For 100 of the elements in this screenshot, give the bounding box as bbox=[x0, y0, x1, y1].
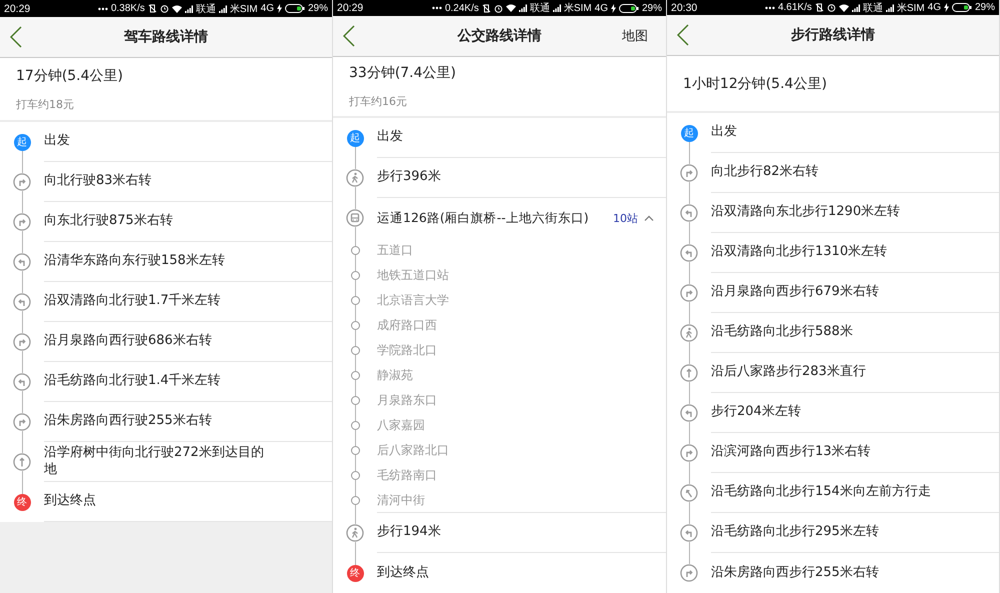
wifi-icon bbox=[172, 4, 182, 12]
stop-dot-icon bbox=[350, 396, 360, 405]
walking-person-icon bbox=[346, 169, 364, 187]
taxi-fare: 打车约16元 bbox=[349, 94, 408, 110]
step-text: 沿双清路向东北步行1290米左转 bbox=[711, 204, 900, 221]
stop-dot-icon bbox=[350, 421, 360, 430]
step-text: 沿月泉路向西步行679米右转 bbox=[711, 284, 879, 301]
network-speed: 0.24K/s bbox=[444, 2, 479, 14]
step-text: 沿后八家路步行283米直行 bbox=[711, 364, 866, 381]
more-dots-icon bbox=[98, 6, 108, 10]
stop-count-toggle[interactable]: 10站 bbox=[609, 208, 658, 228]
left-turn-icon bbox=[680, 524, 698, 542]
battery-icon bbox=[952, 3, 972, 12]
stop-name: 清河中街 bbox=[377, 492, 425, 508]
step-text: 出发 bbox=[44, 133, 70, 150]
start-marker: 起 bbox=[14, 134, 30, 150]
stop-name: 后八家路北口 bbox=[377, 443, 449, 458]
stop-dot-icon bbox=[350, 446, 360, 455]
step-text: 步行396米 bbox=[377, 169, 441, 186]
charging-icon bbox=[944, 3, 949, 12]
charging-icon bbox=[610, 4, 616, 13]
status-time: 20:29 bbox=[4, 2, 32, 14]
signal-icon bbox=[518, 4, 527, 12]
signal-icon bbox=[886, 4, 894, 12]
stop-name: 静淑苑 bbox=[377, 368, 413, 383]
left-turn-icon bbox=[13, 253, 31, 271]
status-time: 20:30 bbox=[671, 2, 698, 14]
left-turn-icon bbox=[13, 373, 31, 391]
more-dots-icon bbox=[764, 6, 775, 10]
walking-person-icon bbox=[680, 324, 698, 342]
wifi-icon bbox=[506, 4, 516, 12]
walking-person-icon bbox=[346, 524, 364, 542]
left-turn-icon bbox=[680, 404, 698, 422]
page-title: 公交路线详情 bbox=[458, 27, 542, 46]
left-turn-icon bbox=[680, 244, 698, 262]
step-text: 沿月泉路向西行驶686米右转 bbox=[44, 333, 212, 350]
start-marker: 起 bbox=[680, 124, 698, 142]
right-turn-icon bbox=[680, 164, 698, 182]
right-turn-icon bbox=[13, 413, 31, 431]
end-marker: 终 bbox=[346, 564, 364, 582]
step-text: 向北步行82米右转 bbox=[711, 164, 819, 181]
step-text: 沿毛纺路向北步行154米向左前方行走 bbox=[711, 484, 931, 501]
signal-icon bbox=[184, 4, 193, 12]
back-icon bbox=[677, 24, 689, 46]
stop-dot-icon bbox=[350, 471, 360, 480]
step-text: 沿滨河路向西步行13米右转 bbox=[711, 444, 871, 461]
back-icon bbox=[343, 25, 355, 48]
stop-dot-icon bbox=[350, 246, 360, 255]
network-speed: 0.38K/s bbox=[110, 3, 145, 14]
step-text: 沿学府树中街向北行驶272米到达目的地 bbox=[44, 445, 265, 478]
step-text: 沿双清路向北步行1310米左转 bbox=[711, 244, 888, 261]
status-time: 20:29 bbox=[337, 2, 364, 14]
battery-icon bbox=[618, 4, 639, 13]
step-text: 沿朱房路向西步行255米右转 bbox=[711, 564, 879, 582]
step-text: 沿毛纺路向北行驶1.4千米左转 bbox=[44, 373, 221, 390]
vibrate-icon bbox=[814, 3, 824, 12]
stop-dot-icon bbox=[350, 371, 360, 380]
left-turn-icon bbox=[680, 204, 698, 222]
page-title: 驾车路线详情 bbox=[124, 28, 208, 46]
wifi-icon bbox=[838, 4, 849, 12]
route-duration: 17分钟(5.4公里) bbox=[16, 66, 124, 84]
right-turn-icon bbox=[13, 213, 31, 231]
stop-name: 毛纺路南口 bbox=[377, 468, 437, 483]
right-turn-icon bbox=[680, 564, 698, 582]
right-turn-icon bbox=[13, 333, 31, 351]
map-button[interactable]: 地图 bbox=[622, 23, 648, 50]
charging-icon bbox=[276, 4, 282, 13]
right-turn-icon bbox=[680, 284, 698, 302]
route-duration: 1小时12分钟(5.4公里) bbox=[683, 74, 828, 93]
bus-icon bbox=[346, 209, 364, 227]
carrier-name: 米SIM bbox=[896, 2, 925, 15]
network-type: 4G bbox=[928, 2, 941, 14]
stop-dot-icon bbox=[350, 296, 360, 305]
step-text: 出发 bbox=[377, 129, 403, 146]
stop-name: 地铁五道口站 bbox=[377, 268, 449, 283]
carrier-name: 联通 bbox=[862, 2, 883, 15]
network-type: 4G bbox=[594, 2, 608, 14]
route-duration: 33分钟(7.4公里) bbox=[349, 64, 458, 82]
alarm-icon bbox=[826, 3, 836, 12]
network-speed: 4.61K/s bbox=[778, 2, 812, 14]
step-text: 到达终点 bbox=[377, 564, 429, 582]
right-turn-icon bbox=[680, 444, 698, 462]
step-text: 沿清华东路向东行驶158米左转 bbox=[44, 253, 225, 270]
step-text: 向北行驶83米右转 bbox=[44, 173, 152, 190]
stop-dot-icon bbox=[350, 496, 360, 505]
stop-name: 月泉路东口 bbox=[377, 393, 437, 408]
page-title: 步行路线详情 bbox=[791, 26, 875, 44]
step-text: 沿毛纺路向北步行295米左转 bbox=[711, 524, 879, 541]
bus-line-name: 运通126路(厢白旗桥--上地六街东口) bbox=[377, 210, 589, 226]
carrier-name: 联通 bbox=[196, 2, 216, 16]
step-text: 沿朱房路向西行驶255米右转 bbox=[44, 413, 212, 430]
step-text: 向东北行驶875米右转 bbox=[44, 213, 173, 230]
stop-name: 学院路北口 bbox=[377, 343, 437, 358]
battery-percent: 29% bbox=[974, 2, 995, 14]
signal-icon bbox=[852, 4, 860, 12]
battery-percent: 29% bbox=[308, 3, 328, 14]
more-dots-icon bbox=[432, 6, 442, 10]
stop-dot-icon bbox=[350, 346, 360, 355]
step-text: 步行204米左转 bbox=[711, 404, 801, 421]
battery-icon bbox=[284, 4, 305, 13]
